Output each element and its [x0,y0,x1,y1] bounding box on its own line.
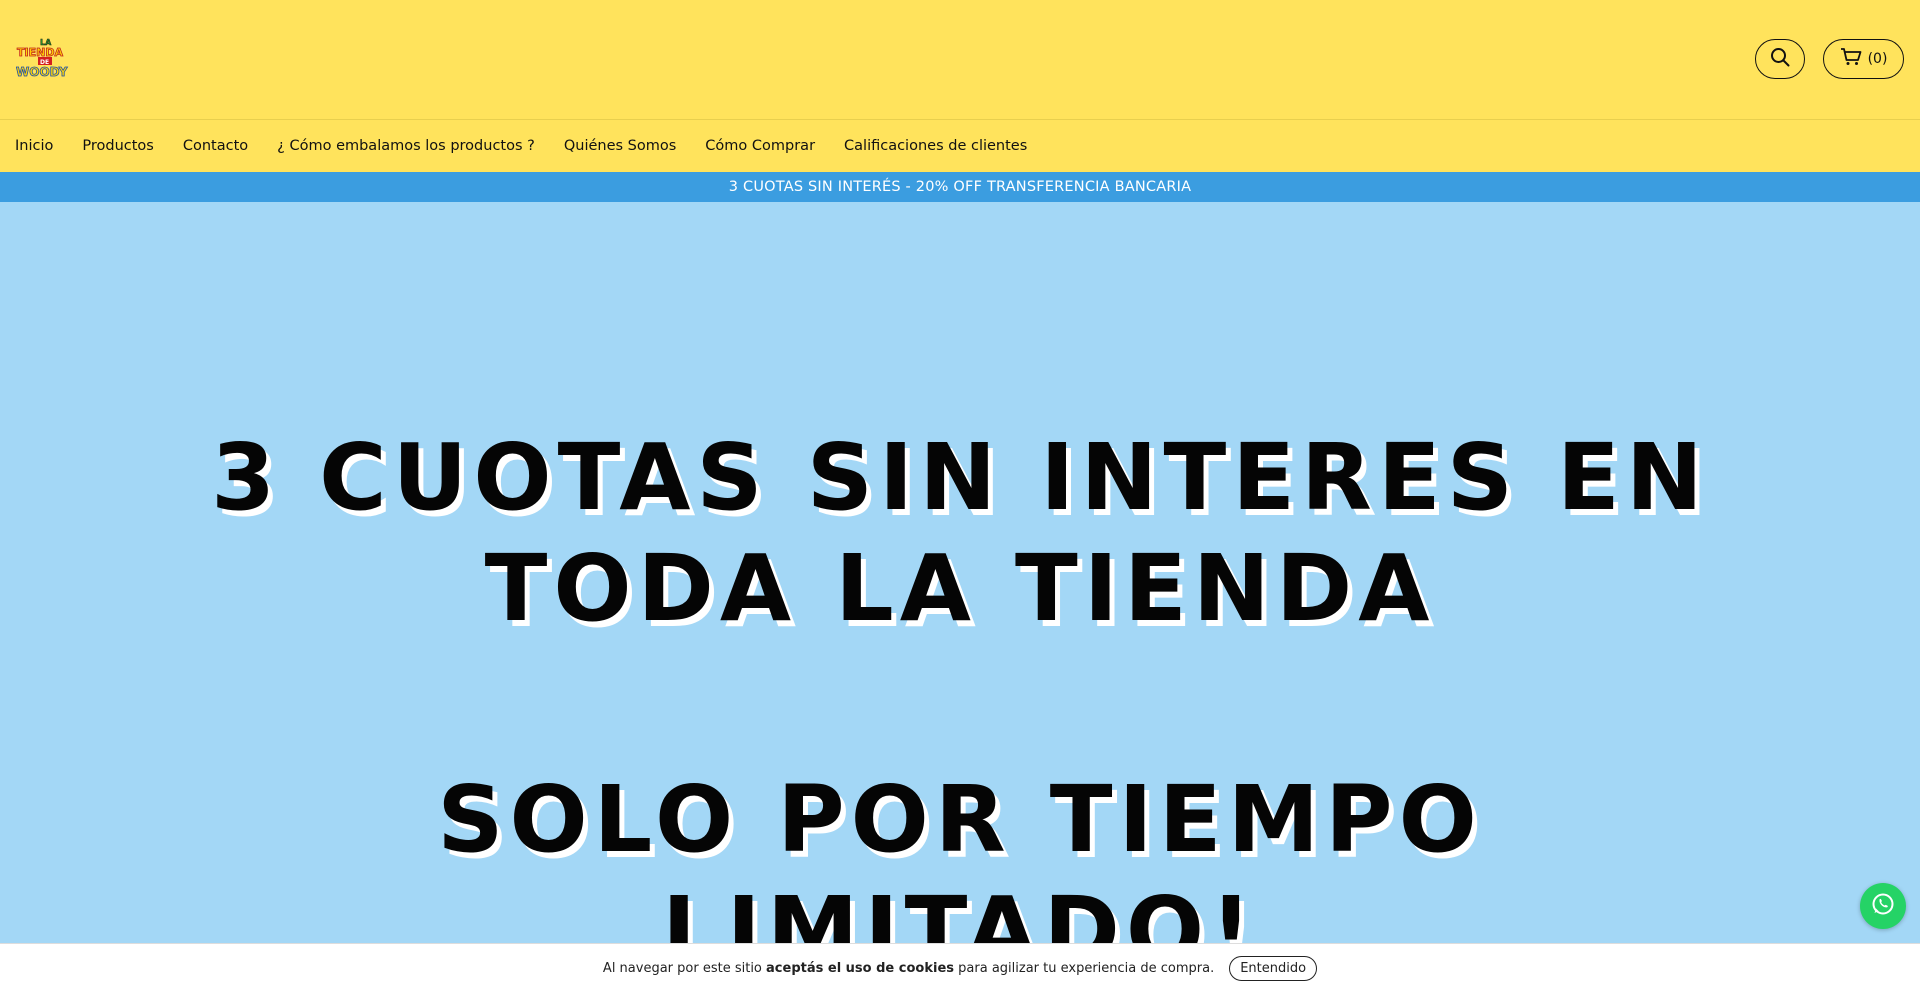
cookie-banner: Al navegar por este sitio aceptás el uso… [0,943,1920,993]
whatsapp-icon [1870,891,1896,921]
nav-item-quienes-somos[interactable]: Quiénes Somos [564,138,676,154]
hero-title-line-2: TODA LA TIENDA [484,535,1436,642]
nav-item-inicio[interactable]: Inicio [15,138,53,154]
svg-text:WOODY: WOODY [16,65,68,79]
hero-banner[interactable]: 3 CUOTAS SIN INTERES EN TODA LA TIENDA S… [0,202,1920,943]
hero-title-line-4: LIMITADO! [662,877,1258,943]
cookie-accept-button[interactable]: Entendido [1229,956,1318,981]
cart-icon [1840,48,1862,70]
whatsapp-button[interactable] [1860,883,1906,929]
cookie-text-bold: aceptás el uso de cookies [766,961,955,976]
cookie-text-before: Al navegar por este sitio [602,961,762,976]
main-nav: Inicio Productos Contacto ¿ Cómo embalam… [0,120,1920,172]
logo-image: LA TIENDA DE WOODY [16,38,69,80]
cart-count: (0) [1867,51,1888,67]
store-logo[interactable]: LA TIENDA DE WOODY [16,36,74,80]
cookie-text-after: para agilizar tu experiencia de compra. [958,961,1215,976]
hero-title-line-1: 3 CUOTAS SIN INTERES EN [211,424,1709,531]
search-icon [1770,47,1790,71]
nav-item-como-comprar[interactable]: Cómo Comprar [705,138,815,154]
nav-item-productos[interactable]: Productos [82,138,153,154]
promo-bar: 3 CUOTAS SIN INTERÉS - 20% OFF TRANSFERE… [0,172,1920,202]
promo-text: 3 CUOTAS SIN INTERÉS - 20% OFF TRANSFERE… [728,179,1192,195]
nav-item-calificaciones[interactable]: Calificaciones de clientes [844,138,1027,154]
site-header: LA TIENDA DE WOODY (0) [0,0,1920,120]
nav-item-embalaje[interactable]: ¿ Cómo embalamos los productos ? [277,138,535,154]
search-button[interactable] [1755,39,1805,79]
hero-title-line-3: SOLO POR TIEMPO [437,766,1483,873]
cookie-message: Al navegar por este sitio aceptás el uso… [603,961,1214,976]
nav-item-contacto[interactable]: Contacto [183,138,248,154]
cart-button[interactable]: (0) [1823,39,1904,79]
